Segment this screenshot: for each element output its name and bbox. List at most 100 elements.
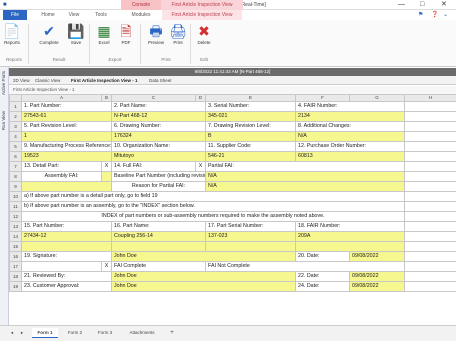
- cell-reviewed-by-label[interactable]: 21. Reviewed By:: [21, 271, 112, 282]
- row-header[interactable]: 1: [9, 101, 22, 112]
- cell-drawing-revision[interactable]: B: [205, 131, 296, 142]
- cell-signature[interactable]: John Doe: [111, 251, 296, 262]
- cell[interactable]: [404, 151, 456, 162]
- cell-assembly-fai-check[interactable]: [101, 171, 112, 182]
- cell-part-number[interactable]: 27543-61: [21, 111, 112, 122]
- cell-part-name[interactable]: N-Part 468-12: [111, 111, 206, 122]
- cell[interactable]: [404, 221, 456, 232]
- cell[interactable]: [21, 261, 102, 272]
- row-header[interactable]: 19: [9, 281, 22, 292]
- print-button[interactable]: 🖨 Print: [168, 22, 188, 45]
- context-tab-fai[interactable]: First Article Inspection View: [161, 0, 243, 10]
- cell-date-24[interactable]: 09/08/2022: [349, 281, 405, 292]
- cell-partial-fai-reason[interactable]: N/A: [205, 181, 405, 192]
- cell-part-revision[interactable]: 1: [21, 131, 112, 142]
- row-header[interactable]: 16: [9, 251, 22, 262]
- cell-organization-name-label[interactable]: 10. Organization Name:: [111, 141, 206, 152]
- reports-button[interactable]: 📄 Reports: [2, 22, 22, 45]
- tab-2d-view[interactable]: 2D View: [13, 77, 30, 85]
- cell[interactable]: [404, 271, 456, 282]
- row-header[interactable]: 18: [9, 271, 22, 282]
- cell-customer-approval[interactable]: John Doe: [111, 281, 296, 292]
- cell-detail-part-check[interactable]: X: [101, 161, 112, 172]
- column-header[interactable]: B: [101, 94, 112, 102]
- cell-purchase-order[interactable]: 60813: [295, 151, 405, 162]
- row-header[interactable]: 8: [9, 171, 22, 182]
- column-header[interactable]: D: [195, 94, 206, 102]
- column-header[interactable]: C: [111, 94, 196, 102]
- cell-index-part-name[interactable]: Coupling 256-14: [111, 231, 206, 242]
- cell-fai-not-complete-label[interactable]: FAI Not Complete: [205, 261, 405, 272]
- tab-view[interactable]: View: [64, 10, 84, 20]
- scroll-right-icon[interactable]: ▸: [18, 328, 26, 338]
- cell-index-fair-label[interactable]: 18. FAIR Number:: [295, 221, 405, 232]
- sheet-tab-attachments[interactable]: Attachments: [122, 328, 162, 338]
- cell-part-revision-label[interactable]: 5. Part Revision Level:: [21, 121, 112, 132]
- cell[interactable]: [404, 111, 456, 122]
- sheet-tab-form2[interactable]: Form 2: [62, 328, 88, 338]
- cell-partial-fai-label[interactable]: Partial FAI:: [205, 161, 405, 172]
- cell[interactable]: [21, 181, 112, 192]
- cell-partial-fai-reason-label[interactable]: Reason for Partial FAI:: [111, 181, 206, 192]
- cell-index-serial[interactable]: 137-023: [205, 231, 296, 242]
- cell-organization-name[interactable]: Mitutoyo: [111, 151, 206, 162]
- cell[interactable]: [21, 241, 112, 252]
- cell-fair-number-label[interactable]: 4. FAIR Number:: [295, 101, 405, 112]
- help-icon[interactable]: ❓: [431, 10, 438, 20]
- cell-drawing-number[interactable]: 176324: [111, 131, 206, 142]
- column-header[interactable]: E: [205, 94, 296, 102]
- cell[interactable]: [404, 281, 456, 292]
- maximize-icon[interactable]: □: [420, 0, 424, 10]
- cell[interactable]: [404, 261, 456, 272]
- cell-supplier-code-label[interactable]: 11. Supplier Code:: [205, 141, 296, 152]
- cell-date-20[interactable]: 09/08/2022: [349, 251, 405, 262]
- tab-tools[interactable]: Tools: [90, 10, 112, 20]
- row-header[interactable]: 13: [9, 221, 22, 232]
- cell-index-part-number-label[interactable]: 15. Part Number:: [21, 221, 112, 232]
- row-header[interactable]: 3: [9, 121, 22, 132]
- cell[interactable]: [404, 191, 456, 202]
- row-header[interactable]: 9: [9, 181, 22, 192]
- row-header[interactable]: 6: [9, 151, 22, 162]
- cell-detail-part-label[interactable]: 13. Detail Part:: [21, 161, 102, 172]
- preview-button[interactable]: 🖶 Preview: [144, 22, 168, 45]
- sheet-tab-form1[interactable]: Form 1: [32, 328, 58, 338]
- cell[interactable]: [404, 121, 456, 132]
- cell-instruction-a[interactable]: a) If above part number is a detail part…: [21, 191, 405, 202]
- tab-classic-view[interactable]: Classic View: [35, 77, 60, 85]
- row-header[interactable]: 4: [9, 131, 22, 142]
- column-header[interactable]: F: [295, 94, 350, 102]
- cell-date-22-label[interactable]: 22. Date:: [295, 271, 350, 282]
- row-header[interactable]: 17: [9, 261, 22, 272]
- pdf-button[interactable]: 🗎 PDF: [116, 22, 136, 45]
- flag-icon[interactable]: ⚑: [418, 10, 423, 20]
- tab-data-sheet[interactable]: Data Sheet: [149, 77, 172, 85]
- cell-drawing-number-label[interactable]: 6. Drawing Number:: [111, 121, 206, 132]
- tab-file[interactable]: File: [3, 10, 27, 20]
- add-sheet-icon[interactable]: +: [166, 328, 178, 338]
- minimize-icon[interactable]: —: [398, 0, 405, 10]
- cell-drawing-revision-label[interactable]: 7. Drawing Revision Level:: [205, 121, 296, 132]
- cell[interactable]: [295, 241, 405, 252]
- row-header[interactable]: 15: [9, 241, 22, 252]
- run-view-tab[interactable]: Run View: [1, 111, 6, 130]
- active-parts-tab[interactable]: Active Parts: [1, 71, 6, 95]
- cell-index-part-number[interactable]: 27434-12: [21, 231, 112, 242]
- cell-mfg-process[interactable]: 19523: [21, 151, 112, 162]
- tab-home[interactable]: Home: [36, 10, 60, 20]
- cell-mfg-process-label[interactable]: 9. Manufacturing Process Reference:: [21, 141, 112, 152]
- cell-fair-number[interactable]: 2134: [295, 111, 405, 122]
- cell[interactable]: [205, 241, 296, 252]
- column-header[interactable]: G: [349, 94, 405, 102]
- row-header[interactable]: 11: [9, 201, 22, 212]
- row-header[interactable]: 7: [9, 161, 22, 172]
- cell[interactable]: [404, 241, 456, 252]
- cell-reviewed-by[interactable]: John Doe: [111, 271, 296, 282]
- cell-index-heading[interactable]: INDEX of part numbers or sub-assembly nu…: [21, 211, 405, 222]
- cell-baseline-part[interactable]: N/A: [205, 171, 405, 182]
- cell-fai-complete-label[interactable]: FAI Complete: [111, 261, 206, 272]
- cell-date-22[interactable]: 09/08/2022: [349, 271, 405, 282]
- context-tab-console[interactable]: Console: [121, 0, 161, 10]
- cell[interactable]: [404, 201, 456, 212]
- cell-baseline-part-label[interactable]: Baseline Part Number (including revision…: [111, 171, 206, 182]
